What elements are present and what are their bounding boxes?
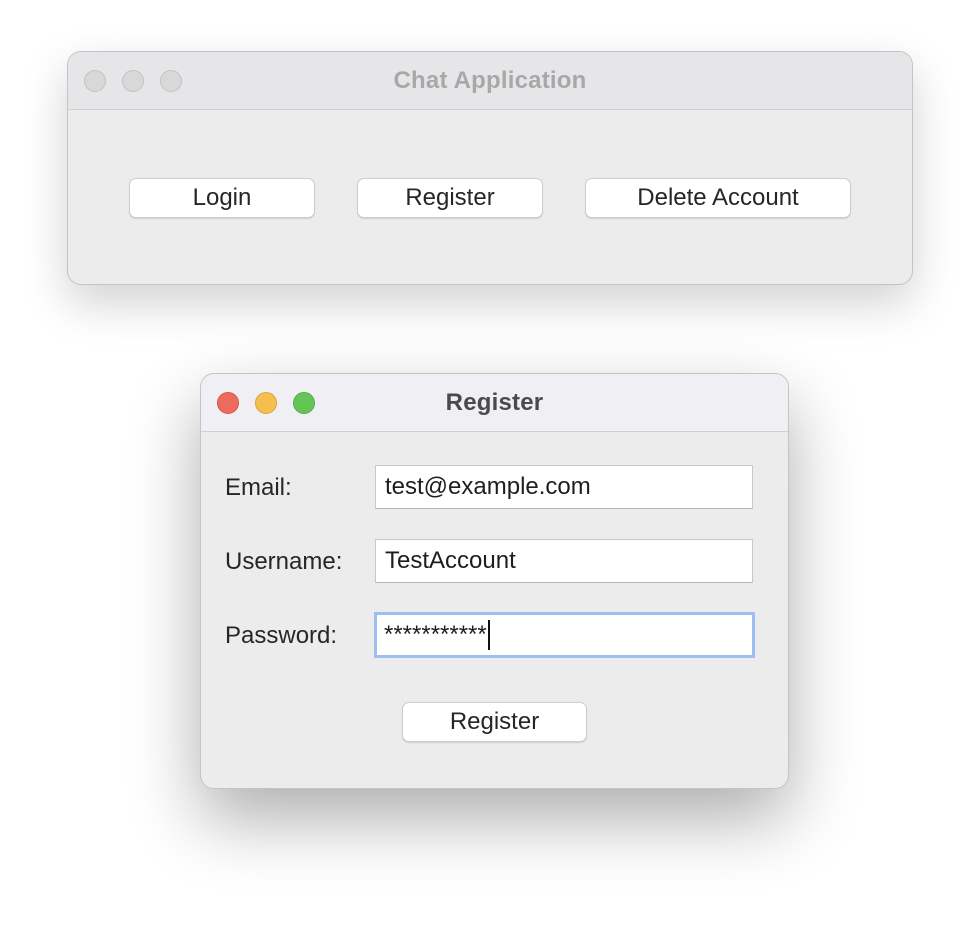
register-dialog: Register Email: test@example.com Usernam…: [200, 373, 789, 789]
username-field[interactable]: TestAccount: [375, 539, 753, 583]
password-field[interactable]: ***********: [374, 612, 755, 658]
password-value: ***********: [384, 621, 487, 648]
dialog-title: Register: [445, 388, 544, 416]
email-value: test@example.com: [385, 473, 591, 500]
register-dialog-titlebar[interactable]: Register: [201, 374, 788, 432]
chat-application-window: Chat Application Login Register Delete A…: [67, 51, 913, 285]
username-label: Username:: [225, 548, 343, 575]
text-cursor: [487, 620, 490, 650]
password-label: Password:: [225, 622, 338, 649]
main-window-titlebar[interactable]: Chat Application: [68, 52, 912, 110]
email-label: Email:: [225, 474, 292, 501]
login-button[interactable]: Login: [129, 178, 315, 218]
register-submit-button[interactable]: Register: [402, 702, 587, 742]
window-title: Chat Application: [393, 66, 587, 94]
register-button[interactable]: Register: [357, 178, 543, 218]
username-value: TestAccount: [385, 547, 516, 574]
email-field[interactable]: test@example.com: [375, 465, 753, 509]
desktop: Chat Application Login Register Delete A…: [0, 0, 980, 936]
delete-account-button[interactable]: Delete Account: [585, 178, 851, 218]
